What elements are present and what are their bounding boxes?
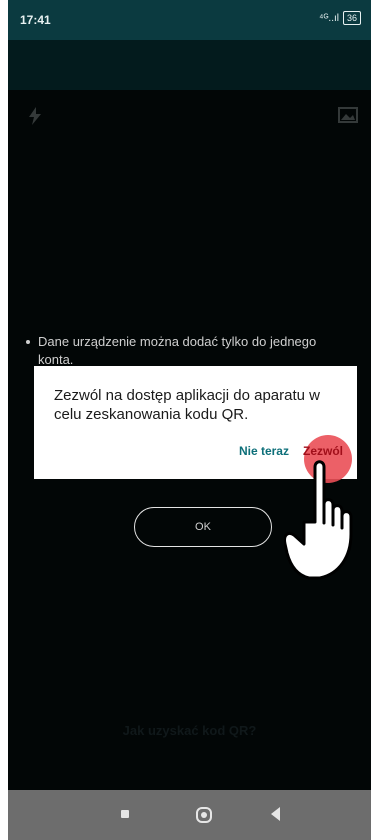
- allow-button[interactable]: Zezwól: [301, 442, 345, 460]
- status-bar: 17:41 ⁴ᴳ..ıl 36: [8, 0, 371, 40]
- flash-icon[interactable]: [26, 106, 44, 126]
- how-to-get-qr-link[interactable]: Jak uzyskać kod QR?: [8, 723, 371, 738]
- back-icon[interactable]: [271, 807, 280, 821]
- status-time: 17:41: [20, 13, 51, 27]
- bullet-icon: [26, 340, 30, 344]
- home-icon[interactable]: [196, 807, 212, 823]
- single-account-note-text: Dane urządzenie można dodać tylko do jed…: [38, 334, 317, 367]
- camera-permission-dialog: Zezwól na dostęp aplikacji do aparatu w …: [34, 366, 357, 483]
- gallery-icon[interactable]: [337, 106, 359, 124]
- dialog-actions: Nie teraz Zezwól: [237, 442, 345, 460]
- recents-icon[interactable]: [121, 810, 129, 818]
- single-account-note: Dane urządzenie można dodać tylko do jed…: [26, 333, 326, 369]
- phone-screen: 17:41 ⁴ᴳ..ıl 36 Dane urządzenie można do…: [8, 0, 371, 840]
- battery-icon: 36: [342, 11, 361, 25]
- app-header: [8, 40, 371, 90]
- not-now-button[interactable]: Nie teraz: [237, 442, 291, 460]
- navigation-bar: [8, 790, 371, 840]
- signal-icon: ⁴ᴳ..ıl: [319, 12, 339, 24]
- ok-button[interactable]: OK: [134, 507, 272, 547]
- status-icons: ⁴ᴳ..ıl 36: [319, 11, 361, 25]
- dialog-message: Zezwól na dostęp aplikacji do aparatu w …: [54, 387, 320, 423]
